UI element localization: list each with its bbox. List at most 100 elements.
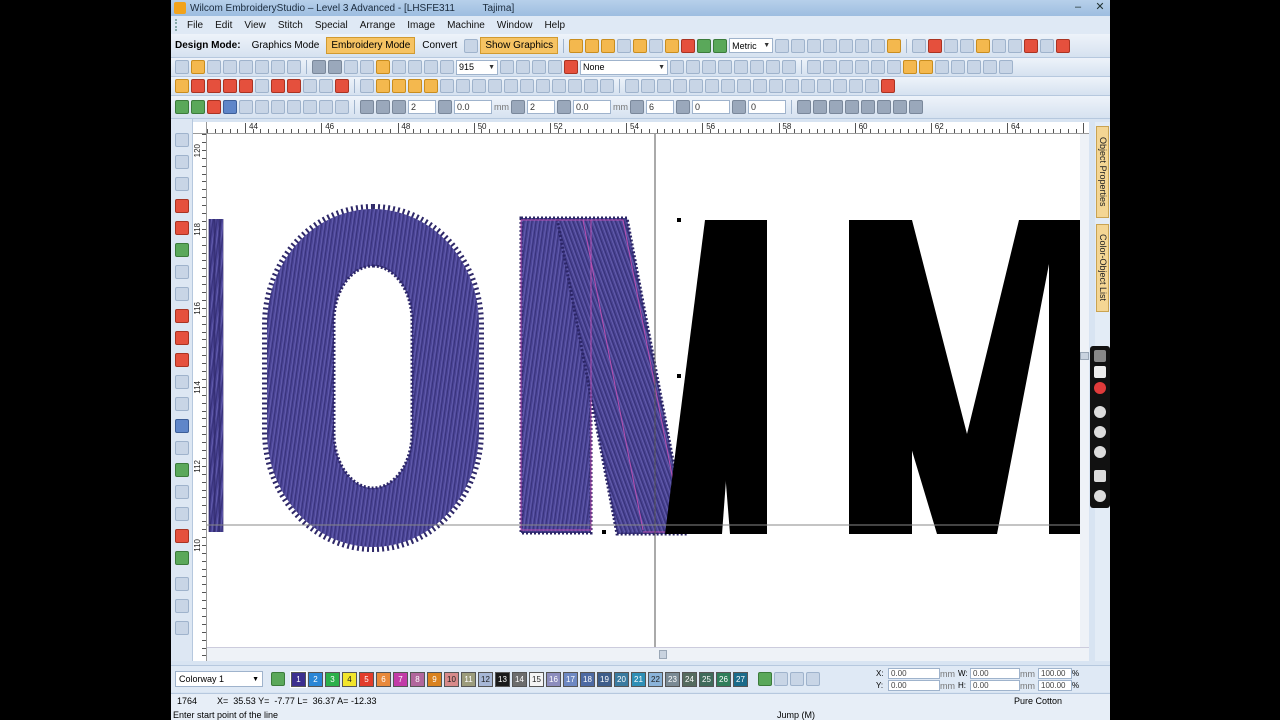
- arc-icon[interactable]: [175, 353, 189, 367]
- color-swatch[interactable]: 12: [478, 671, 493, 687]
- highlight-icon[interactable]: [903, 60, 917, 74]
- stipple-icon[interactable]: [600, 79, 614, 93]
- pencil-icon[interactable]: [175, 177, 189, 191]
- options-icon[interactable]: [1040, 38, 1055, 53]
- offset-input[interactable]: [573, 100, 611, 114]
- move-input[interactable]: [646, 100, 674, 114]
- menu-file[interactable]: File: [181, 20, 209, 31]
- 3d-icon[interactable]: [536, 79, 550, 93]
- ungroup-icon[interactable]: [855, 60, 869, 74]
- closest-join-icon[interactable]: [641, 79, 655, 93]
- zoom-fit-icon[interactable]: [500, 60, 514, 74]
- camera-icon[interactable]: [1094, 366, 1106, 378]
- color-swatch[interactable]: 19: [597, 671, 612, 687]
- stitch-player-icon[interactable]: [718, 60, 732, 74]
- radial-icon[interactable]: [287, 79, 301, 93]
- lock-object-icon[interactable]: [871, 60, 885, 74]
- color-swatch[interactable]: 23: [665, 671, 680, 687]
- join-icon[interactable]: [737, 79, 751, 93]
- object-fit-icon[interactable]: [909, 100, 923, 114]
- rotate-arrow-icon[interactable]: [175, 485, 189, 499]
- color-swatch[interactable]: 11: [461, 671, 476, 687]
- spacing-icon[interactable]: [438, 100, 452, 114]
- cross-stitch-icon[interactable]: [239, 79, 253, 93]
- carving-icon[interactable]: [520, 79, 534, 93]
- repeat-input[interactable]: [527, 100, 555, 114]
- color-swatch[interactable]: 9: [427, 671, 442, 687]
- run-tool-icon[interactable]: [601, 38, 616, 53]
- duplicate-icon[interactable]: [360, 60, 374, 74]
- motif-fill-icon[interactable]: [255, 79, 269, 93]
- trim-all-icon[interactable]: [782, 60, 796, 74]
- tab-object-properties[interactable]: Object Properties: [1096, 126, 1109, 218]
- angle-icon[interactable]: [676, 100, 690, 114]
- blanket-icon[interactable]: [271, 100, 285, 114]
- move-icon[interactable]: [630, 100, 644, 114]
- applique-icon[interactable]: [944, 38, 959, 53]
- shaping-icon[interactable]: [472, 79, 486, 93]
- run-stitch-icon[interactable]: [175, 100, 189, 114]
- select-tool-icon[interactable]: [912, 38, 927, 53]
- density-100-icon[interactable]: [303, 100, 317, 114]
- record-icon[interactable]: [928, 38, 943, 53]
- record-icon[interactable]: [1094, 382, 1106, 394]
- auto-fabric-icon[interactable]: [175, 221, 189, 235]
- rotate-icon[interactable]: [769, 79, 783, 93]
- spiral-icon[interactable]: [303, 79, 317, 93]
- color-swatch[interactable]: 6: [376, 671, 391, 687]
- color-swatch[interactable]: 20: [614, 671, 629, 687]
- tatami-icon[interactable]: [191, 79, 205, 93]
- repeat-icon[interactable]: [511, 100, 525, 114]
- color-swatch[interactable]: 27: [733, 671, 748, 687]
- globe-icon[interactable]: [464, 38, 479, 53]
- color-blend-icon[interactable]: [584, 79, 598, 93]
- w-field[interactable]: 0.00: [970, 668, 1020, 679]
- profile-icon[interactable]: [488, 79, 502, 93]
- selection-handle[interactable]: [602, 530, 606, 534]
- color-swatch[interactable]: 10: [444, 671, 459, 687]
- hole-icon[interactable]: [689, 79, 703, 93]
- density-10-icon[interactable]: [319, 100, 333, 114]
- tie-in-icon[interactable]: [734, 60, 748, 74]
- stemstitch-icon[interactable]: [255, 100, 269, 114]
- color-swatch[interactable]: 7: [393, 671, 408, 687]
- export2-icon[interactable]: [287, 60, 301, 74]
- stitch-count-input[interactable]: [408, 100, 436, 114]
- object-align-icon[interactable]: [797, 100, 811, 114]
- sequin-icon[interactable]: [335, 79, 349, 93]
- color-swatch[interactable]: 13: [495, 671, 510, 687]
- print-icon[interactable]: [239, 60, 253, 74]
- cut-icon[interactable]: [312, 60, 326, 74]
- zoom-in-icon[interactable]: [424, 60, 438, 74]
- shape-tool-icon[interactable]: [175, 265, 189, 279]
- branching-icon[interactable]: [673, 79, 687, 93]
- satin-icon[interactable]: [175, 79, 189, 93]
- hatch-icon[interactable]: [175, 577, 189, 591]
- underlay-icon[interactable]: [360, 79, 374, 93]
- x-field[interactable]: 0.00: [888, 668, 940, 679]
- open-folder-icon[interactable]: [191, 60, 205, 74]
- color-swatch[interactable]: 24: [682, 671, 697, 687]
- color-swatch[interactable]: 14: [512, 671, 527, 687]
- color-swatch[interactable]: 21: [631, 671, 646, 687]
- fill-tool-icon[interactable]: [569, 38, 584, 53]
- zigzag-icon[interactable]: [207, 100, 221, 114]
- trim-shape-icon[interactable]: [967, 60, 981, 74]
- slow-redraw-icon[interactable]: [702, 60, 716, 74]
- color-swatch[interactable]: 18: [580, 671, 595, 687]
- split-icon[interactable]: [721, 79, 735, 93]
- graphics-mode-button[interactable]: Graphics Mode: [247, 37, 325, 54]
- delete-icon[interactable]: [1056, 38, 1071, 53]
- elements-icon[interactable]: [175, 463, 189, 477]
- team-names-icon[interactable]: [175, 397, 189, 411]
- auto-split-icon[interactable]: [392, 79, 406, 93]
- bookmark-icon[interactable]: [871, 38, 886, 53]
- curve-icon[interactable]: [175, 599, 189, 613]
- color-swatch[interactable]: 5: [359, 671, 374, 687]
- letter-o-embroidery[interactable]: [262, 204, 484, 552]
- offset-icon[interactable]: [999, 60, 1013, 74]
- pin-icon[interactable]: [1094, 350, 1106, 362]
- tie-off-icon[interactable]: [750, 60, 764, 74]
- fancy-fill-icon[interactable]: [223, 79, 237, 93]
- stitch-effect-icon[interactable]: [633, 38, 648, 53]
